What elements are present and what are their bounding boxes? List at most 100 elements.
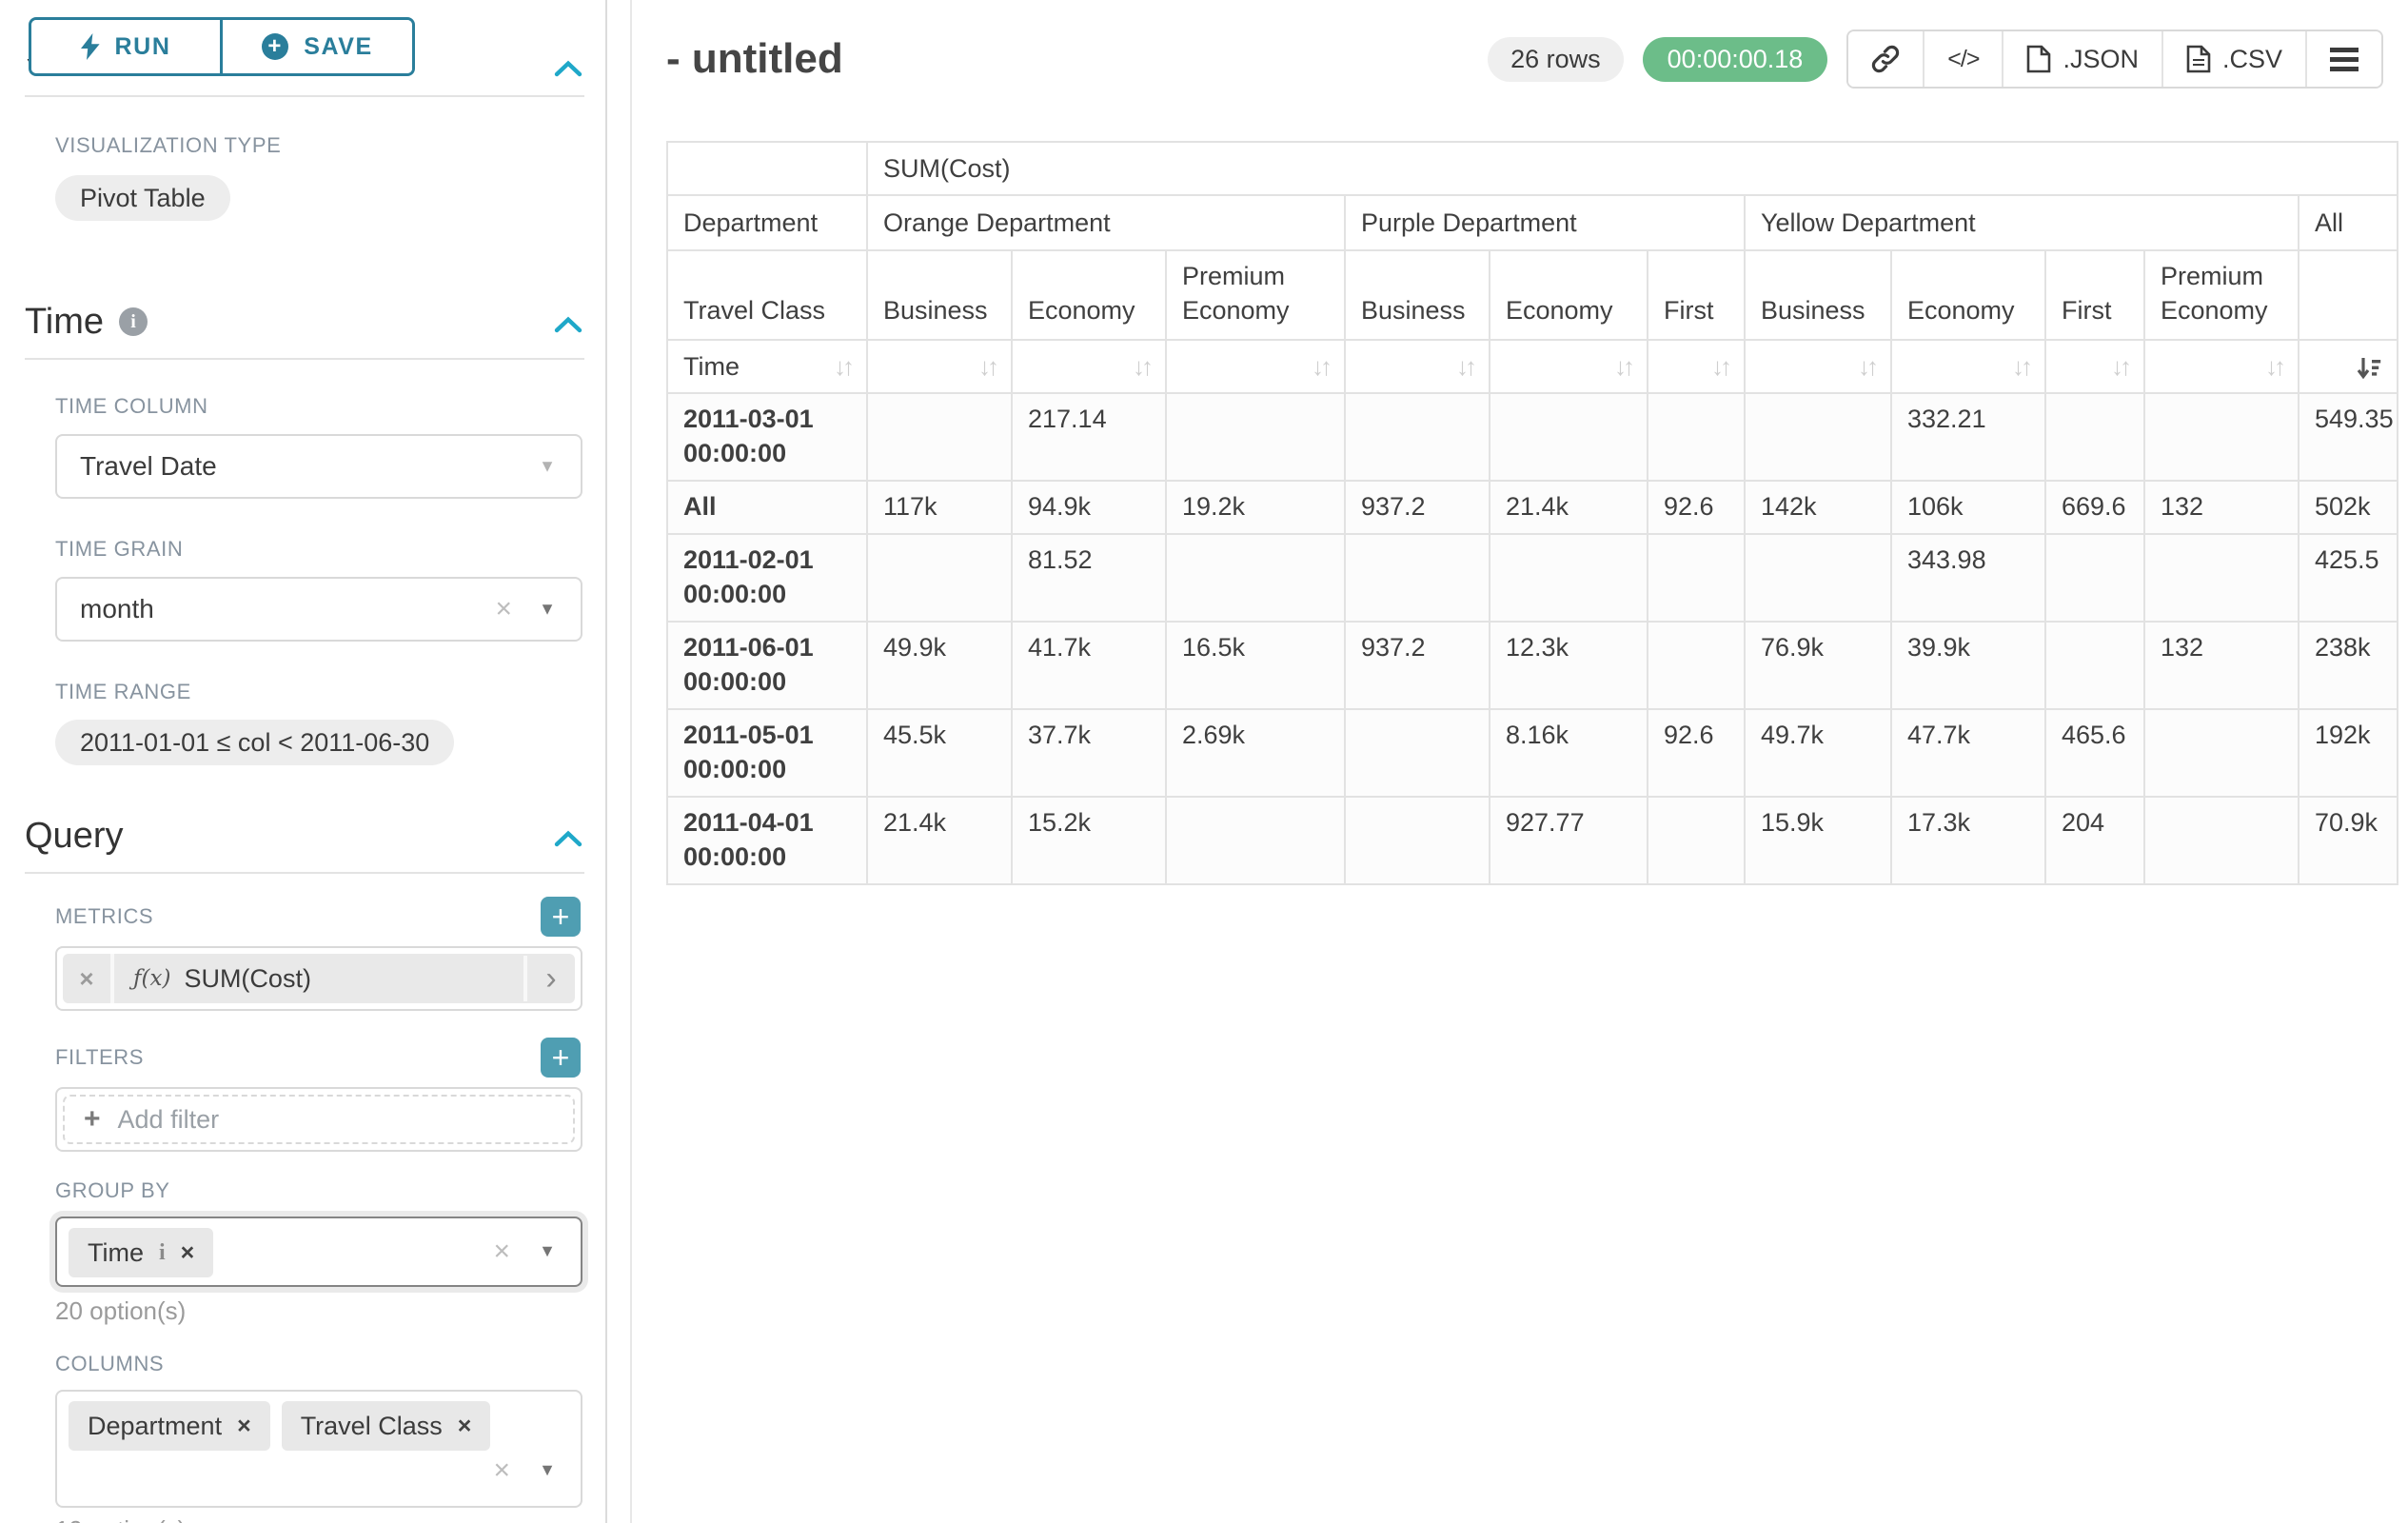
pivot-column-header: First: [2045, 250, 2144, 340]
pivot-metric-row: SUM(Cost): [667, 142, 2398, 195]
pivot-data-row: 2011-06-01 00:00:0049.9k41.7k16.5k937.21…: [667, 622, 2398, 709]
time-column-select[interactable]: Travel Date ▼: [55, 434, 582, 499]
sort-toggle-icon[interactable]: ↓↑: [1133, 349, 1150, 384]
pivot-value-cell: [1166, 534, 1345, 622]
pivot-value-cell: [1166, 797, 1345, 884]
pivot-value-cell: 15.9k: [1745, 797, 1891, 884]
clear-icon[interactable]: ×: [493, 1236, 510, 1268]
metric-pill[interactable]: × ƒ(x) SUM(Cost) ›: [63, 954, 575, 1003]
remove-tag-icon[interactable]: ×: [458, 1411, 472, 1441]
pivot-value-cell: 16.5k: [1166, 622, 1345, 709]
export-csv-button[interactable]: .CSV: [2161, 31, 2305, 87]
pivot-sort-cell: ↓↑: [867, 340, 1012, 393]
pivot-value-cell: [1648, 797, 1745, 884]
pivot-value-cell: 49.9k: [867, 622, 1012, 709]
pivot-column-header: Business: [867, 250, 1012, 340]
columns-select[interactable]: Department×Travel Class× × ▼: [55, 1390, 582, 1508]
pivot-value-cell: 549.35: [2299, 393, 2398, 481]
menu-button[interactable]: [2305, 31, 2381, 87]
columns-tag: Department×: [69, 1401, 270, 1451]
time-grain-label: TIME GRAIN: [55, 537, 582, 562]
pivot-value-cell: 142k: [1745, 481, 1891, 534]
pivot-value-cell: 2.69k: [1166, 709, 1345, 797]
copy-link-button[interactable]: [1848, 31, 1923, 87]
pivot-value-cell: [2045, 534, 2144, 622]
remove-metric-icon[interactable]: ×: [63, 954, 114, 1003]
group-by-select[interactable]: Timei× × ▼: [55, 1216, 582, 1287]
time-column-label: TIME COLUMN: [55, 394, 582, 419]
embed-code-button[interactable]: </>: [1923, 31, 2002, 87]
sort-toggle-icon[interactable]: ↓↑: [834, 349, 851, 384]
pivot-value-cell: 21.4k: [1490, 481, 1648, 534]
query-section-header: Query: [25, 815, 584, 857]
time-grain-select[interactable]: month × ▼: [55, 577, 582, 642]
pivot-table: SUM(Cost)DepartmentOrange DepartmentPurp…: [666, 141, 2398, 885]
pivot-value-cell: 937.2: [1345, 481, 1490, 534]
pivot-value-cell: 76.9k: [1745, 622, 1891, 709]
sort-toggle-icon[interactable]: ↓↑: [1711, 349, 1728, 384]
chart-panel: - untitled 26 rows 00:00:00.18 </> .JSON: [630, 0, 2408, 1523]
sort-toggle-icon[interactable]: ↓↑: [978, 349, 996, 384]
add-metric-button[interactable]: +: [541, 897, 581, 937]
pivot-value-cell: 343.98: [1891, 534, 2045, 622]
hamburger-menu-icon: [2330, 48, 2359, 71]
pivot-value-cell: 204: [2045, 797, 2144, 884]
pivot-value-cell: [867, 534, 1012, 622]
pivot-corner-cell: [667, 142, 867, 195]
pivot-value-cell: 132: [2144, 622, 2299, 709]
pivot-column-header: [2299, 250, 2398, 340]
pivot-row-header: 2011-02-01 00:00:00: [667, 534, 867, 622]
columns-label: COLUMNS: [55, 1352, 582, 1376]
time-collapse-chevron-icon[interactable]: [554, 302, 582, 343]
pivot-value-cell: 106k: [1891, 481, 2045, 534]
clear-icon[interactable]: ×: [495, 593, 512, 625]
clear-icon[interactable]: ×: [493, 1454, 510, 1487]
pivot-value-cell: [2045, 622, 2144, 709]
query-collapse-chevron-icon[interactable]: [554, 816, 582, 857]
sort-descending-icon[interactable]: [2357, 352, 2381, 381]
filters-control: + Add filter: [55, 1087, 582, 1152]
sort-toggle-icon[interactable]: ↓↑: [1858, 349, 1875, 384]
pivot-data-row: 2011-03-01 00:00:00217.14332.21549.35: [667, 393, 2398, 481]
sort-toggle-icon[interactable]: ↓↑: [2111, 349, 2128, 384]
pivot-column-group-header: Yellow Department: [1745, 195, 2299, 250]
run-button[interactable]: RUN: [31, 20, 220, 73]
pivot-value-cell: 92.6: [1648, 709, 1745, 797]
pivot-value-cell: 669.6: [2045, 481, 2144, 534]
pivot-value-cell: 15.2k: [1012, 797, 1166, 884]
pivot-sort-cell: ↓↑: [1891, 340, 2045, 393]
remove-tag-icon[interactable]: ×: [237, 1411, 251, 1441]
code-icon: </>: [1947, 46, 1979, 73]
pivot-value-cell: [1648, 393, 1745, 481]
chart-title[interactable]: - untitled: [666, 35, 843, 83]
pivot-row-header: 2011-05-01 00:00:00: [667, 709, 867, 797]
pivot-data-row: All117k94.9k19.2k937.221.4k92.6142k106k6…: [667, 481, 2398, 534]
pivot-value-cell: [2045, 393, 2144, 481]
sort-toggle-icon[interactable]: ↓↑: [1312, 349, 1329, 384]
pivot-time-dim-label: Time↓↑: [667, 340, 867, 393]
chevron-right-icon[interactable]: ›: [523, 956, 575, 1001]
visualization-type-value[interactable]: Pivot Table: [55, 175, 230, 221]
sort-toggle-icon[interactable]: ↓↑: [1456, 349, 1473, 384]
section-divider: [25, 872, 584, 874]
pivot-value-cell: 927.77: [1490, 797, 1648, 884]
pivot-value-cell: [2144, 534, 2299, 622]
sort-toggle-icon[interactable]: ↓↑: [2012, 349, 2029, 384]
remove-tag-icon[interactable]: ×: [181, 1237, 195, 1268]
pivot-sort-cell: ↓↑: [1745, 340, 1891, 393]
add-filter-button[interactable]: + Add filter: [63, 1095, 575, 1144]
sort-toggle-icon[interactable]: ↓↑: [1614, 349, 1631, 384]
sort-toggle-icon[interactable]: ↓↑: [2265, 349, 2282, 384]
pivot-sort-cell: ↓↑: [1648, 340, 1745, 393]
pivot-row-header: All: [667, 481, 867, 534]
add-filter-plus-button[interactable]: +: [541, 1038, 581, 1078]
save-button[interactable]: + SAVE: [220, 20, 412, 73]
pivot-value-cell: 41.7k: [1012, 622, 1166, 709]
pivot-value-cell: 70.9k: [2299, 797, 2398, 884]
export-json-button[interactable]: .JSON: [2002, 31, 2161, 87]
pivot-value-cell: 217.14: [1012, 393, 1166, 481]
pivot-metric-header: SUM(Cost): [867, 142, 2398, 195]
time-range-value[interactable]: 2011-01-01 ≤ col < 2011-06-30: [55, 720, 454, 765]
columns-options-hint: 19 option(s): [55, 1515, 582, 1523]
pivot-data-row: 2011-04-01 00:00:0021.4k15.2k927.7715.9k…: [667, 797, 2398, 884]
